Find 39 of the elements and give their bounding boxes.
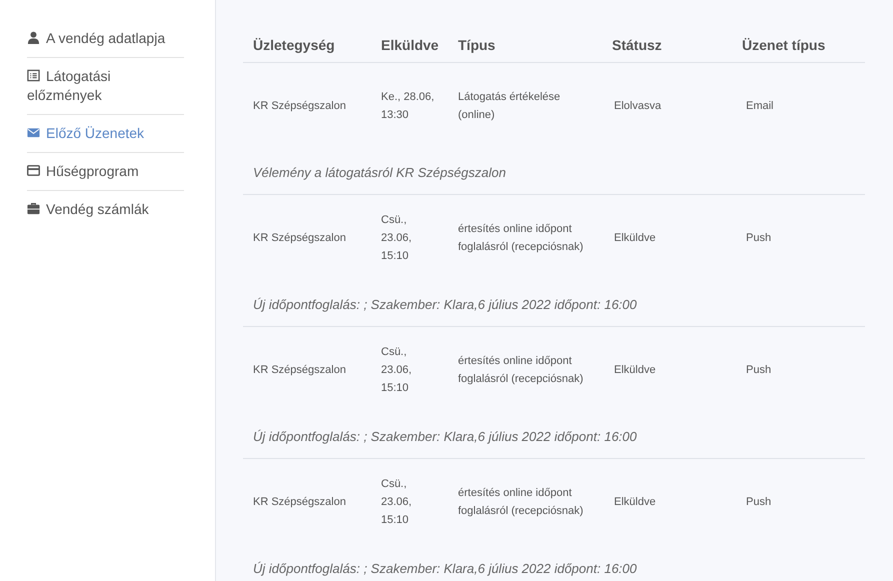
- table-cell-text: értesítés online időpont foglalásról (recepciósnak): [458, 222, 584, 255]
- sidebar-item[interactable]: Vendég számlák: [27, 191, 184, 228]
- table-cell-text: Csü., 23.06, 15:10: [381, 213, 413, 264]
- sidebar-item[interactable]: A vendég adatlapja: [27, 20, 184, 57]
- credit-card-icon: [27, 164, 40, 177]
- table-cell-text: KR Szépségszalon: [252, 495, 347, 510]
- table-cell-text: Push: [745, 363, 772, 378]
- table-cell-text: Csü., 23.06, 15:10: [381, 477, 413, 528]
- table-cell-text: Ke., 28.06, 13:30: [381, 90, 436, 123]
- sidebar-item[interactable]: Látogatási előzmények: [27, 58, 184, 114]
- table-cell-text: Elolvasva: [613, 99, 662, 114]
- envelope-icon: [27, 126, 40, 139]
- table-cell-text: Push: [745, 495, 772, 510]
- message-text: Új időpontfoglalás: ; Szakember: Klara,6 július 2022 időpont: 16:00: [252, 428, 638, 446]
- list-icon: [27, 69, 40, 82]
- table-cell-text: Látogatás értékelése (online): [458, 90, 562, 123]
- sidebar-item[interactable]: Hűségprogram: [27, 153, 184, 190]
- message-text: Új időpontfoglalás: ; Szakember: Klara,6 július 2022 időpont: 16:00: [252, 560, 638, 578]
- sidebar-item[interactable]: Előző Üzenetek: [27, 115, 184, 152]
- column-header: Státusz: [612, 37, 663, 53]
- table-cell-text: Push: [745, 231, 772, 246]
- table-cell-text: KR Szépségszalon: [252, 231, 347, 246]
- message-text: Új időpontfoglalás: ; Szakember: Klara,6 július 2022 időpont: 16:00: [252, 296, 638, 314]
- message-text: Vélemény a látogatásról KR Szépségszalon: [252, 164, 507, 182]
- table-cell-text: értesítés online időpont foglalásról (recepciósnak): [458, 354, 584, 387]
- table-cell-text: KR Szépségszalon: [252, 363, 347, 378]
- table-cell-text: Elküldve: [613, 495, 657, 510]
- table-cell-text: KR Szépségszalon: [252, 99, 347, 114]
- table-cell-text: Elküldve: [613, 231, 657, 246]
- table-cell-text: Elküldve: [613, 363, 657, 378]
- column-header: Üzletegység: [252, 37, 336, 53]
- table-cell-text: értesítés online időpont foglalásról (recepciósnak): [458, 486, 584, 519]
- column-header: Elküldve: [381, 37, 440, 53]
- briefcase-icon: [27, 202, 40, 215]
- column-header: Üzenet típus: [742, 37, 826, 53]
- table-cell-text: Email: [745, 99, 775, 114]
- table-cell-text: Csü., 23.06, 15:10: [381, 345, 413, 396]
- column-header: Típus: [458, 37, 496, 53]
- user-icon: [27, 31, 40, 44]
